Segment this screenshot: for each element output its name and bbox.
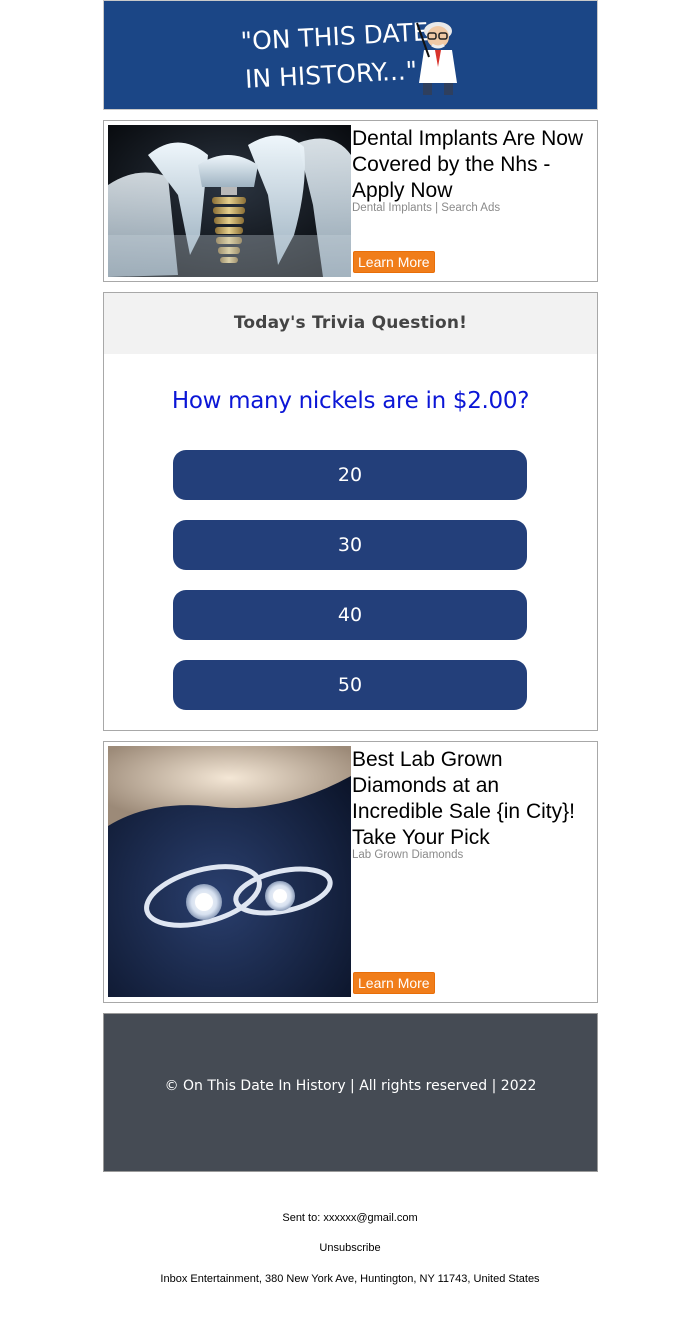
learn-more-button[interactable]: Learn More [353, 972, 435, 994]
answer-button-20[interactable]: 20 [173, 450, 527, 500]
sent-to-email[interactable]: xxxxxx@gmail.com [323, 1212, 417, 1224]
tooth-implant-icon [108, 125, 351, 277]
logo-line1: "ON THIS DATE [240, 17, 429, 56]
logo: "ON THIS DATE IN HISTORY..." [240, 17, 457, 95]
learn-more-button[interactable]: Learn More [353, 251, 435, 273]
answer-button-40[interactable]: 40 [173, 590, 527, 640]
answer-button-50[interactable]: 50 [173, 660, 527, 710]
trivia-heading: Today's Trivia Question! [104, 293, 597, 354]
trivia-question: How many nickels are in $2.00? [171, 388, 530, 414]
unsubscribe-line: Unsubscribe [0, 1242, 700, 1254]
address-line: Inbox Entertainment, 380 New York Ave, H… [160, 1273, 540, 1285]
ad-card-dental[interactable]: Dental Implants Are Now Covered by the N… [103, 120, 598, 282]
diamond-ring-icon [108, 746, 351, 997]
sent-to-label: Sent to: [282, 1212, 321, 1224]
logo-line2: IN HISTORY..." [244, 56, 418, 94]
dental-implant-image[interactable] [108, 125, 351, 277]
unsubscribe-link[interactable]: Unsubscribe [319, 1242, 380, 1254]
ad-title[interactable]: Best Lab Grown Diamonds at an Incredible… [352, 747, 592, 851]
ad-source: Dental Implants | Search Ads [352, 202, 501, 214]
answer-button-30[interactable]: 30 [173, 520, 527, 570]
ad-source: Lab Grown Diamonds [352, 849, 464, 861]
trivia-card: Today's Trivia Question! How many nickel… [103, 292, 598, 731]
footer-copyright: © On This Date In History | All rights r… [103, 1013, 598, 1172]
header-banner[interactable]: "ON THIS DATE IN HISTORY..." [103, 0, 598, 110]
ad-card-diamonds[interactable]: Best Lab Grown Diamonds at an Incredible… [103, 741, 598, 1003]
diamond-rings-image[interactable] [108, 746, 351, 997]
sent-to-line: Sent to: xxxxxx@gmail.com [0, 1212, 700, 1224]
ad-title[interactable]: Dental Implants Are Now Covered by the N… [352, 126, 592, 204]
